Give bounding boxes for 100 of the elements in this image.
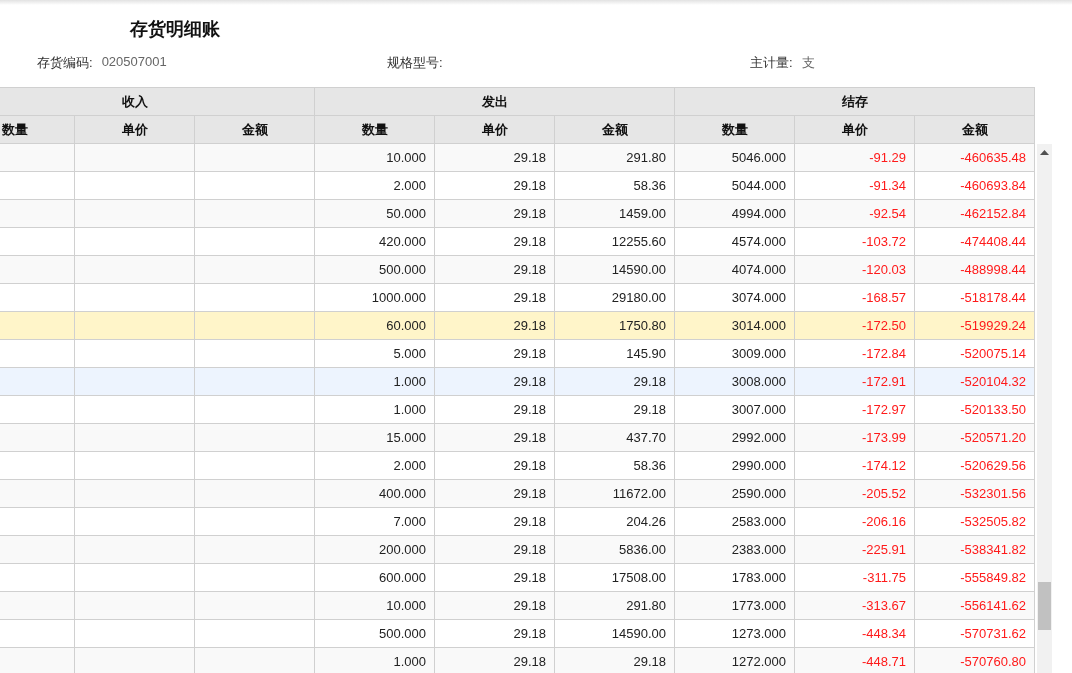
table-cell: -462152.84 [914, 199, 1035, 228]
table-cell: 1750.80 [554, 311, 675, 340]
table-cell: 2.000 [314, 451, 435, 480]
scroll-up-icon[interactable] [1040, 150, 1049, 156]
table-row[interactable]: 50.000 29.18 1459.00 4994.000 -92.54 -462152.84 [0, 199, 1035, 228]
group-header: 发出 [314, 87, 675, 116]
table-cell: 50.000 [314, 199, 435, 228]
table-cell: 2990.000 [674, 451, 795, 480]
table-cell: 29.18 [434, 563, 555, 592]
table-cell: 2383.000 [674, 535, 795, 564]
table-cell: 29.18 [554, 367, 675, 396]
table-cell: 3014.000 [674, 311, 795, 340]
table-cell: -474408.44 [914, 227, 1035, 256]
table-cell: 291.80 [554, 143, 675, 172]
table-cell: 12255.60 [554, 227, 675, 256]
table-cell: -519929.24 [914, 311, 1035, 340]
column-header: 数量 [674, 115, 795, 144]
table-cell: -92.54 [794, 199, 915, 228]
table-cell: -532301.56 [914, 479, 1035, 508]
table-cell: 14590.00 [554, 255, 675, 284]
column-header: 数量 [0, 115, 75, 144]
table-row[interactable]: 500.000 29.18 14590.00 1273.000 -448.34 -570731.62 [0, 619, 1035, 648]
table-row[interactable]: 200.000 29.18 5836.00 2383.000 -225.91 -538341.82 [0, 535, 1035, 564]
table-cell: 29.18 [434, 591, 555, 620]
scrollbar[interactable] [1037, 144, 1052, 673]
scrollbar-thumb[interactable] [1038, 582, 1051, 630]
table-row[interactable]: 2.000 29.18 58.36 5044.000 -91.34 -460693.84 [0, 171, 1035, 200]
table-cell: 29.18 [434, 171, 555, 200]
table-cell: -532505.82 [914, 507, 1035, 536]
table-row[interactable]: 1.000 29.18 29.18 3008.000 -172.91 -520104.32 [0, 367, 1035, 396]
table-cell: 291.80 [554, 591, 675, 620]
table-row[interactable]: 500.000 29.18 14590.00 4074.000 -120.03 -488998.44 [0, 255, 1035, 284]
table-cell: 29180.00 [554, 283, 675, 312]
table-cell: 145.90 [554, 339, 675, 368]
table-row[interactable]: 600.000 29.18 17508.00 1783.000 -311.75 -555849.82 [0, 563, 1035, 592]
table-cell: 29.18 [434, 423, 555, 452]
table-cell: 204.26 [554, 507, 675, 536]
table-cell: 17508.00 [554, 563, 675, 592]
table-row[interactable]: 60.000 29.18 1750.80 3014.000 -172.50 -519929.24 [0, 311, 1035, 340]
table-cell: 29.18 [434, 535, 555, 564]
table-cell: 1273.000 [674, 619, 795, 648]
table-cell: -91.29 [794, 143, 915, 172]
table-cell: 14590.00 [554, 619, 675, 648]
table-row[interactable]: 10.000 29.18 291.80 1773.000 -313.67 -556141.62 [0, 591, 1035, 620]
table-cell: 437.70 [554, 423, 675, 452]
table-cell: 2.000 [314, 171, 435, 200]
table-cell: 3008.000 [674, 367, 795, 396]
table-cell: 10.000 [314, 591, 435, 620]
table-cell: 29.18 [434, 479, 555, 508]
field-label: 主计量: [750, 54, 793, 72]
table-row[interactable]: 5.000 29.18 145.90 3009.000 -172.84 -520075.14 [0, 339, 1035, 368]
table-cell: 58.36 [554, 451, 675, 480]
table-cell: 1.000 [314, 367, 435, 396]
table-cell: -555849.82 [914, 563, 1035, 592]
table-cell: 420.000 [314, 227, 435, 256]
table-cell: -311.75 [794, 563, 915, 592]
table-cell: 1459.00 [554, 199, 675, 228]
table-row[interactable]: 10.000 29.18 291.80 5046.000 -91.29 -460635.48 [0, 143, 1035, 172]
table-cell: 11672.00 [554, 479, 675, 508]
table-cell: 29.18 [434, 143, 555, 172]
table-cell: -520571.20 [914, 423, 1035, 452]
table-cell: -520104.32 [914, 367, 1035, 396]
table-cell: -172.84 [794, 339, 915, 368]
table-cell: 5046.000 [674, 143, 795, 172]
table-cell: 500.000 [314, 255, 435, 284]
table-row[interactable]: 2.000 29.18 58.36 2990.000 -174.12 -520629.56 [0, 451, 1035, 480]
table-cell: 58.36 [554, 171, 675, 200]
column-header: 单价 [74, 115, 195, 144]
table-row[interactable]: 1000.000 29.18 29180.00 3074.000 -168.57 -518178.44 [0, 283, 1035, 312]
table-row[interactable]: 420.000 29.18 12255.60 4574.000 -103.72 -474408.44 [0, 227, 1035, 256]
table-cell: -168.57 [794, 283, 915, 312]
table-cell: -520075.14 [914, 339, 1035, 368]
table-cell: -518178.44 [914, 283, 1035, 312]
table-cell: 600.000 [314, 563, 435, 592]
table-cell: 29.18 [434, 199, 555, 228]
table-cell: 15.000 [314, 423, 435, 452]
field-value: 020507001 [101, 54, 167, 71]
table-row[interactable]: 400.000 29.18 11672.00 2590.000 -205.52 -532301.56 [0, 479, 1035, 508]
table-cell: 400.000 [314, 479, 435, 508]
table-row[interactable]: 1.000 29.18 29.18 3007.000 -172.97 -520133.50 [0, 395, 1035, 424]
table-cell: -460635.48 [914, 143, 1035, 172]
table-cell: 4994.000 [674, 199, 795, 228]
table-cell: 200.000 [314, 535, 435, 564]
table-cell: 1.000 [314, 395, 435, 424]
field-value: 支 [801, 54, 815, 72]
table-cell: 29.18 [554, 395, 675, 424]
table-cell: -520133.50 [914, 395, 1035, 424]
column-header: 单价 [434, 115, 555, 144]
table-cell: -225.91 [794, 535, 915, 564]
table-cell: 7.000 [314, 507, 435, 536]
table-cell: -460693.84 [914, 171, 1035, 200]
table-cell: 1783.000 [674, 563, 795, 592]
table-cell: 29.18 [434, 395, 555, 424]
table-cell: 29.18 [434, 255, 555, 284]
table-row[interactable]: 7.000 29.18 204.26 2583.000 -206.16 -532505.82 [0, 507, 1035, 536]
table-row[interactable]: 15.000 29.18 437.70 2992.000 -173.99 -520571.20 [0, 423, 1035, 452]
table-row[interactable]: 1.000 29.18 29.18 1272.000 -448.71 -570760.80 [0, 647, 1035, 673]
table-cell: 29.18 [434, 311, 555, 340]
table-cell: 60.000 [314, 311, 435, 340]
column-header: 单价 [794, 115, 915, 144]
